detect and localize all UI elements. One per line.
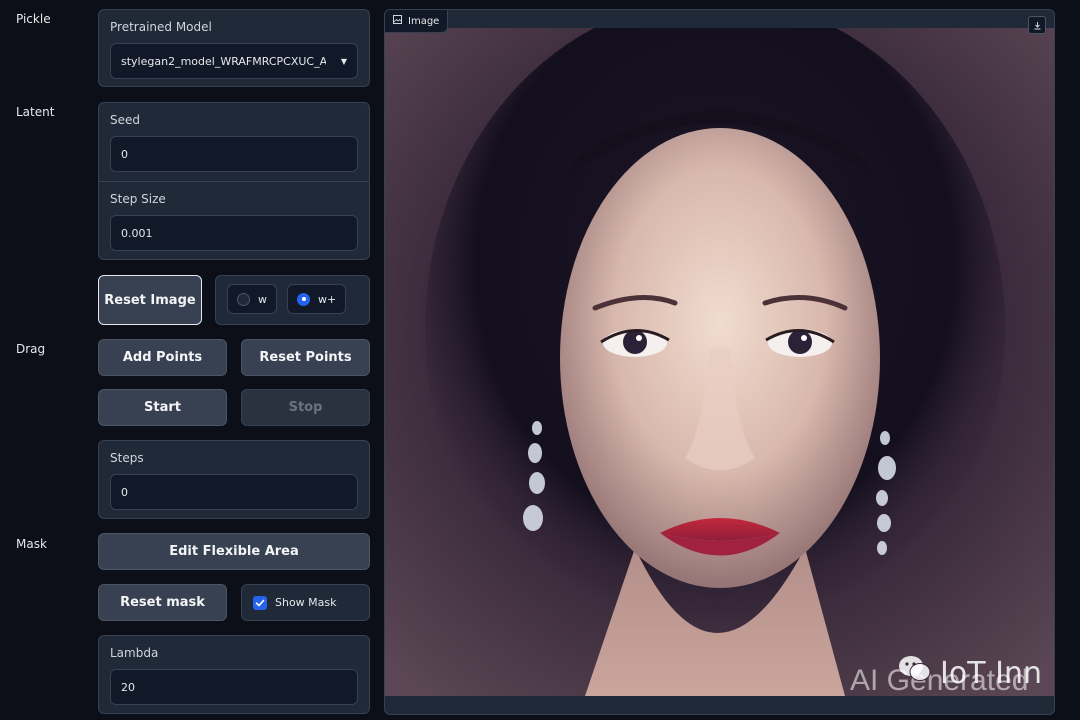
latent-panel: Seed 0 Step Size 0.001 <box>98 102 370 260</box>
section-label-latent: Latent <box>16 105 55 119</box>
radio-button-icon <box>237 292 250 306</box>
edit-flexible-area-button[interactable]: Edit Flexible Area <box>98 533 370 570</box>
watermark: IoT Inn <box>898 654 1042 692</box>
section-label-drag: Drag <box>16 342 46 356</box>
radio-option-w-plus[interactable]: w+ <box>287 284 347 314</box>
reset-image-button[interactable]: Reset Image <box>98 275 202 325</box>
start-button[interactable]: Start <box>98 389 227 426</box>
chevron-down-icon: ▼ <box>340 56 347 66</box>
seed-label: Seed <box>110 113 140 127</box>
wechat-icon <box>898 654 932 692</box>
divider <box>99 181 369 182</box>
reset-mask-button[interactable]: Reset mask <box>98 584 227 621</box>
radio-label-w: w <box>258 292 267 306</box>
steps-panel: Steps 0 <box>98 440 370 519</box>
reset-points-button[interactable]: Reset Points <box>241 339 370 376</box>
image-panel: AI Generated Image IoT Inn <box>384 9 1055 715</box>
image-tab: Image <box>385 10 449 33</box>
lambda-label: Lambda <box>110 646 159 660</box>
lambda-panel: Lambda 20 <box>98 635 370 714</box>
steps-label: Steps <box>110 451 144 465</box>
radio-button-checked-icon <box>297 292 310 306</box>
generated-portrait-image[interactable]: AI Generated <box>385 28 1055 696</box>
show-mask-toggle[interactable]: Show Mask <box>241 584 370 621</box>
lambda-input[interactable]: 20 <box>110 669 358 705</box>
image-icon <box>393 15 402 27</box>
pickle-panel: Pretrained Model stylegan2_model_WRAFMRC… <box>98 9 370 87</box>
seed-input[interactable]: 0 <box>110 136 358 172</box>
latent-space-radio-group: w w+ <box>215 275 370 325</box>
image-tab-label: Image <box>408 15 440 27</box>
stop-button[interactable]: Stop <box>241 389 370 426</box>
step-size-label: Step Size <box>110 192 166 206</box>
download-icon[interactable] <box>1028 16 1046 34</box>
add-points-button[interactable]: Add Points <box>98 339 227 376</box>
step-size-input[interactable]: 0.001 <box>110 215 358 251</box>
checkbox-checked-icon[interactable] <box>253 595 267 610</box>
pretrained-model-dropdown[interactable]: stylegan2_model_WRAFMRCPCXUC_AE ▼ <box>110 43 358 79</box>
pretrained-model-label: Pretrained Model <box>110 20 212 34</box>
steps-input[interactable]: 0 <box>110 474 358 510</box>
radio-option-w[interactable]: w <box>227 284 277 314</box>
show-mask-label: Show Mask <box>275 596 337 609</box>
watermark-text: IoT Inn <box>940 655 1042 691</box>
section-label-mask: Mask <box>16 537 47 551</box>
pretrained-model-value: stylegan2_model_WRAFMRCPCXUC_AE <box>121 54 326 68</box>
radio-label-w-plus: w+ <box>318 292 337 306</box>
section-label-pickle: Pickle <box>16 12 51 26</box>
